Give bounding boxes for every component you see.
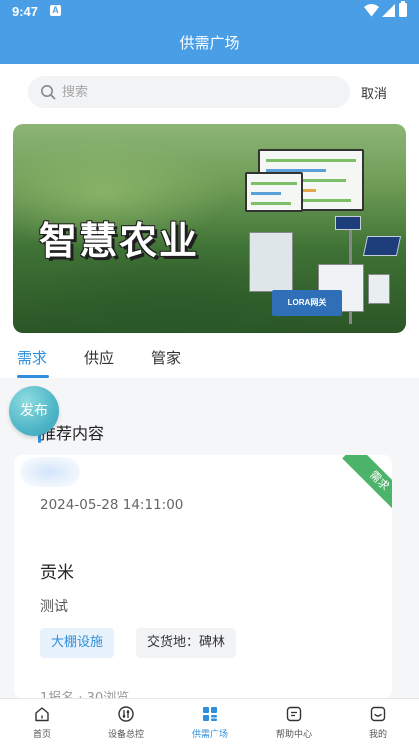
tab-steward[interactable]: 管家 <box>151 347 181 368</box>
banner-image[interactable]: LORA网关 智慧农业 <box>13 124 406 333</box>
wifi-icon <box>364 4 379 17</box>
search-icon <box>41 85 56 100</box>
listing-type-ribbon: 需求 <box>332 455 392 515</box>
publish-button[interactable]: 发布 <box>9 386 59 436</box>
profile-icon <box>370 706 386 722</box>
lora-gateway-graphic: LORA网关 <box>272 290 342 316</box>
search-input[interactable] <box>62 76 332 108</box>
app-header: 9:47 A 供需广场 <box>0 0 419 64</box>
dashboard-panel-graphic <box>245 172 303 212</box>
listing-description: 测试 <box>40 599 68 615</box>
tab-supply[interactable]: 供应 <box>84 347 114 368</box>
ribbon-label: 需求 <box>342 455 392 515</box>
avatar-placeholder <box>20 457 80 487</box>
nav-supply-demand[interactable]: 供需广场 <box>168 699 252 744</box>
search-row: 取消 <box>0 64 419 120</box>
nav-home[interactable]: 首页 <box>0 699 84 744</box>
notification-icon: A <box>50 5 61 16</box>
nav-profile-label: 我的 <box>368 730 387 740</box>
device-unit-graphic <box>368 274 390 304</box>
category-tabs: 需求 供应 管家 <box>0 340 419 378</box>
page-title: 供需广场 <box>179 34 240 52</box>
sensor-cabinet-graphic <box>249 232 293 292</box>
control-icon <box>118 706 134 722</box>
nav-help-center[interactable]: 帮助中心 <box>252 699 336 744</box>
home-icon <box>35 707 49 722</box>
solar-panel-graphic-small <box>335 216 361 230</box>
tab-demand[interactable]: 需求 <box>17 347 47 368</box>
banner-title: 智慧农业 <box>39 219 200 263</box>
battery-icon <box>399 1 407 17</box>
listing-card[interactable]: 2024-05-28 14:11:00 需求 贡米 测试 大棚设施 交货地：碑林… <box>14 455 392 698</box>
market-icon <box>203 707 217 721</box>
category-tag: 大棚设施 <box>40 628 115 658</box>
search-box[interactable] <box>28 76 350 108</box>
delivery-location-tag: 交货地：碑林 <box>136 628 237 658</box>
help-icon <box>286 706 302 722</box>
bottom-navigation: 首页 设备总控 供需广场 帮助中心 我的 <box>0 698 419 744</box>
cancel-button[interactable]: 取消 <box>361 83 387 102</box>
solar-panel-graphic <box>362 236 402 256</box>
listing-name: 贡米 <box>40 563 74 583</box>
nav-profile[interactable]: 我的 <box>336 699 419 744</box>
nav-device-control-label: 设备总控 <box>107 730 144 740</box>
cellular-icon <box>382 4 395 17</box>
nav-help-center-label: 帮助中心 <box>275 730 312 740</box>
status-time: 9:47 <box>12 4 39 19</box>
listing-date: 2024-05-28 14:11:00 <box>40 497 184 513</box>
nav-home-label: 首页 <box>32 730 51 740</box>
status-bar: 9:47 A <box>0 0 419 24</box>
nav-device-control[interactable]: 设备总控 <box>84 699 168 744</box>
listing-stats: 1报名 · 30浏览 <box>40 687 129 698</box>
nav-supply-demand-label: 供需广场 <box>191 730 228 740</box>
